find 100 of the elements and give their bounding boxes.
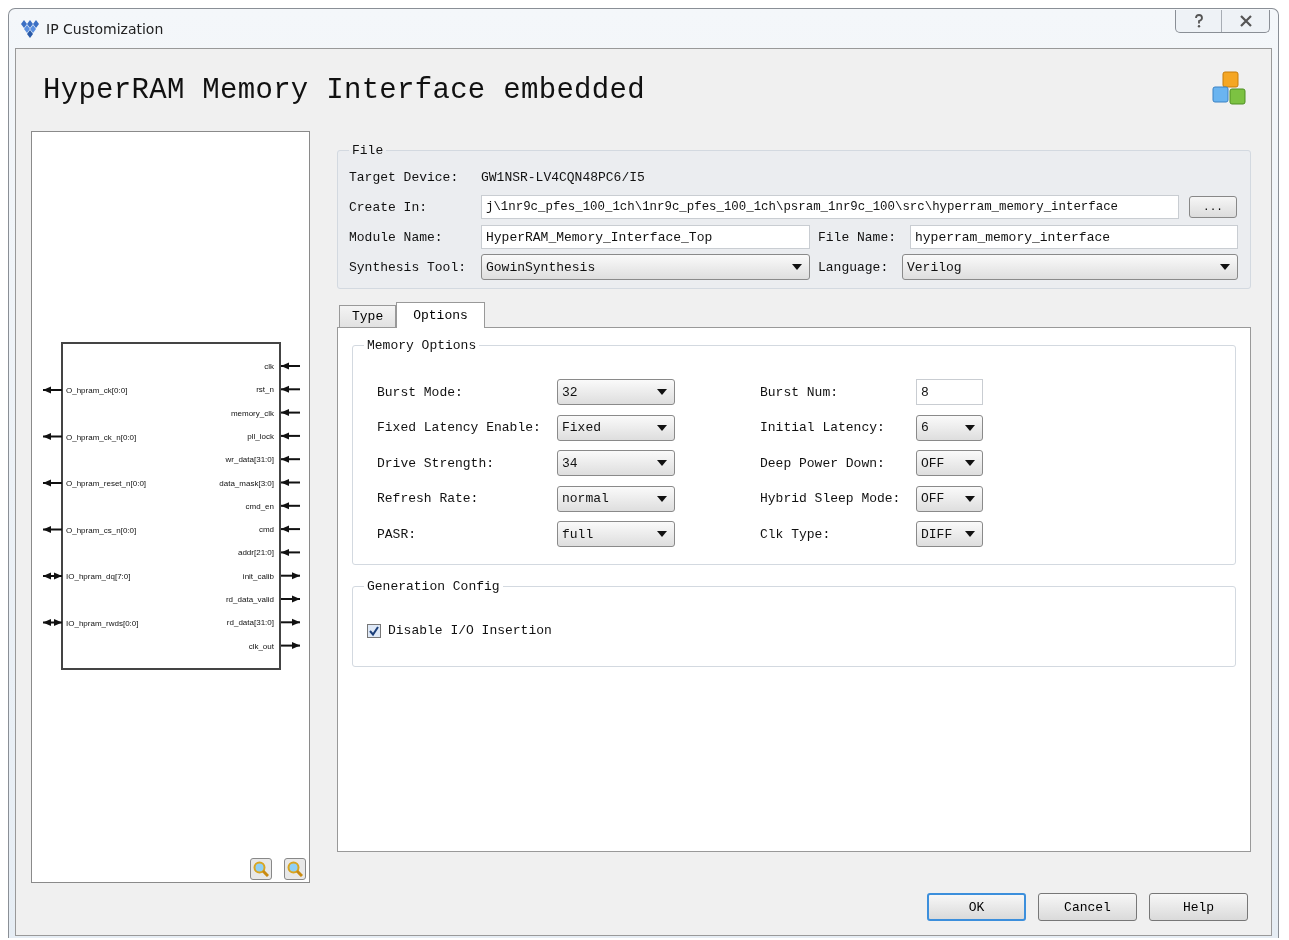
pin-label: data_mask[3:0] [219, 478, 274, 488]
tab[interactable]: Options [396, 302, 485, 328]
dropdown[interactable]: 34 [557, 450, 675, 476]
pin-arrow [280, 572, 301, 580]
field-label: Module Name: [349, 229, 444, 245]
pin-label: IO_hpram_dq[7:0] [66, 572, 131, 581]
field-label: Clk Type: [760, 525, 832, 544]
pin-arrow [280, 455, 301, 463]
pin-label: O_hpram_reset_n[0:0] [66, 479, 147, 488]
pin-arrow [42, 433, 63, 440]
pin-label: cmd [258, 525, 274, 535]
logo-icon [19, 19, 41, 38]
caret-icon [657, 424, 667, 431]
input-field[interactable]: hyperram_memory_interface [910, 225, 1238, 249]
field-label: Target Device: [349, 169, 460, 185]
magnifier-icon [287, 861, 303, 877]
dropdown[interactable]: 32 [557, 379, 675, 405]
pin-label: O_hpram_ck[0:0] [66, 386, 128, 395]
pin-arrow [42, 526, 63, 533]
field-label: Synthesis Tool: [349, 259, 468, 275]
field-label: File Name: [818, 229, 897, 245]
pin-arrow [280, 479, 301, 486]
browse-button[interactable]: ... [1189, 196, 1237, 218]
caret-icon [657, 389, 667, 395]
dropdown[interactable]: OFF [916, 450, 983, 476]
caret-icon [965, 424, 975, 431]
pin-label: wr_data[31:0] [225, 455, 274, 465]
zoom-button[interactable] [250, 858, 272, 880]
tab[interactable]: Type [339, 305, 397, 327]
path-field[interactable]: j\1nr9c_pfes_100_1ch\1nr9c_pfes_100_1ch\psram_1nr9c_100\src\hyperram_memory_interface [481, 195, 1179, 219]
pin-label: rd_data_valid [225, 595, 274, 604]
ip-title: HyperRAM Memory Interface embedded [43, 73, 645, 107]
dropdown[interactable]: normal [557, 485, 675, 512]
field-label: PASR: [377, 525, 417, 544]
magnifier-icon [253, 861, 269, 877]
pin-label: pll_lock [247, 431, 274, 441]
caret-icon [1220, 264, 1230, 270]
pin-label: O_hpram_ck_n[0:0] [66, 432, 137, 442]
pin-arrow [280, 409, 301, 417]
caret-icon [657, 531, 667, 537]
zoom-button[interactable] [284, 858, 306, 880]
dropdown[interactable]: full [557, 521, 675, 547]
pin-arrow [280, 548, 301, 556]
checkbox[interactable] [367, 623, 381, 638]
field-label: Initial Latency: [760, 419, 886, 437]
field-label: Deep Power Down: [760, 454, 886, 473]
dropdown[interactable]: Fixed [557, 414, 675, 441]
pin-label: memory_clk [230, 408, 274, 418]
group-legend: File [349, 143, 387, 158]
field-label: Fixed Latency Enable: [377, 419, 542, 437]
pin-label: clk_out [248, 641, 274, 651]
caret-icon [965, 531, 975, 537]
help-icon [1193, 14, 1204, 28]
caret-icon [792, 264, 802, 270]
pin-label: rd_data[31:0] [226, 618, 274, 628]
dialog-button[interactable]: Cancel [1038, 893, 1137, 921]
field-label: Burst Num: [760, 383, 839, 402]
pin-label: init_calib [242, 571, 274, 581]
pin-label: O_hpram_cs_n[0:0] [66, 525, 137, 535]
field-label: Create In: [349, 199, 428, 215]
pin-arrow [280, 642, 301, 650]
pin-arrow [42, 619, 63, 626]
pin-arrow [42, 386, 63, 394]
checkbox-label: Disable I/O Insertion [388, 623, 552, 638]
pin-arrow [280, 618, 301, 626]
dropdown[interactable]: Verilog [902, 254, 1238, 280]
group-legend: Generation Config [364, 579, 503, 594]
dialog-button[interactable]: Help [1149, 893, 1248, 921]
pin-label: IO_hpram_rwds[0:0] [66, 618, 139, 628]
caret-icon [657, 495, 667, 502]
input-field[interactable]: 8 [916, 379, 983, 405]
pin-arrow [280, 362, 301, 370]
pin-arrow [42, 479, 63, 487]
dropdown[interactable]: GowinSynthesis [481, 254, 810, 280]
field-label: Burst Mode: [377, 383, 464, 402]
input-field[interactable]: HyperRAM_Memory_Interface_Top [481, 225, 810, 249]
group-legend: Memory Options [364, 338, 480, 353]
dropdown[interactable]: DIFF [916, 521, 983, 547]
caret-icon [965, 495, 975, 502]
caret-icon [657, 460, 667, 466]
field-label: Hybrid Sleep Mode: [760, 490, 902, 508]
pin-arrow [280, 432, 301, 440]
pin-arrow [280, 385, 301, 393]
device-value: GW1NSR-LV4CQN48PC6/I5 [481, 169, 645, 185]
pin-arrow [280, 595, 301, 603]
dropdown[interactable]: 6 [916, 414, 983, 441]
pin-label: clk [264, 362, 274, 371]
window-title: IP Customization [46, 20, 164, 37]
pin-label: rst_n [256, 385, 274, 395]
close-icon [1238, 15, 1253, 27]
pin-arrow [280, 525, 301, 533]
pin-arrow [280, 502, 301, 510]
dropdown[interactable]: OFF [916, 485, 983, 512]
pin-arrow [42, 572, 63, 580]
field-label: Drive Strength: [377, 454, 496, 473]
field-label: Language: [818, 259, 890, 275]
pin-label: addr[21:0] [237, 548, 274, 558]
caret-icon [965, 460, 975, 466]
dialog-button[interactable]: OK [927, 893, 1026, 921]
pin-label: cmd_en [245, 501, 274, 511]
